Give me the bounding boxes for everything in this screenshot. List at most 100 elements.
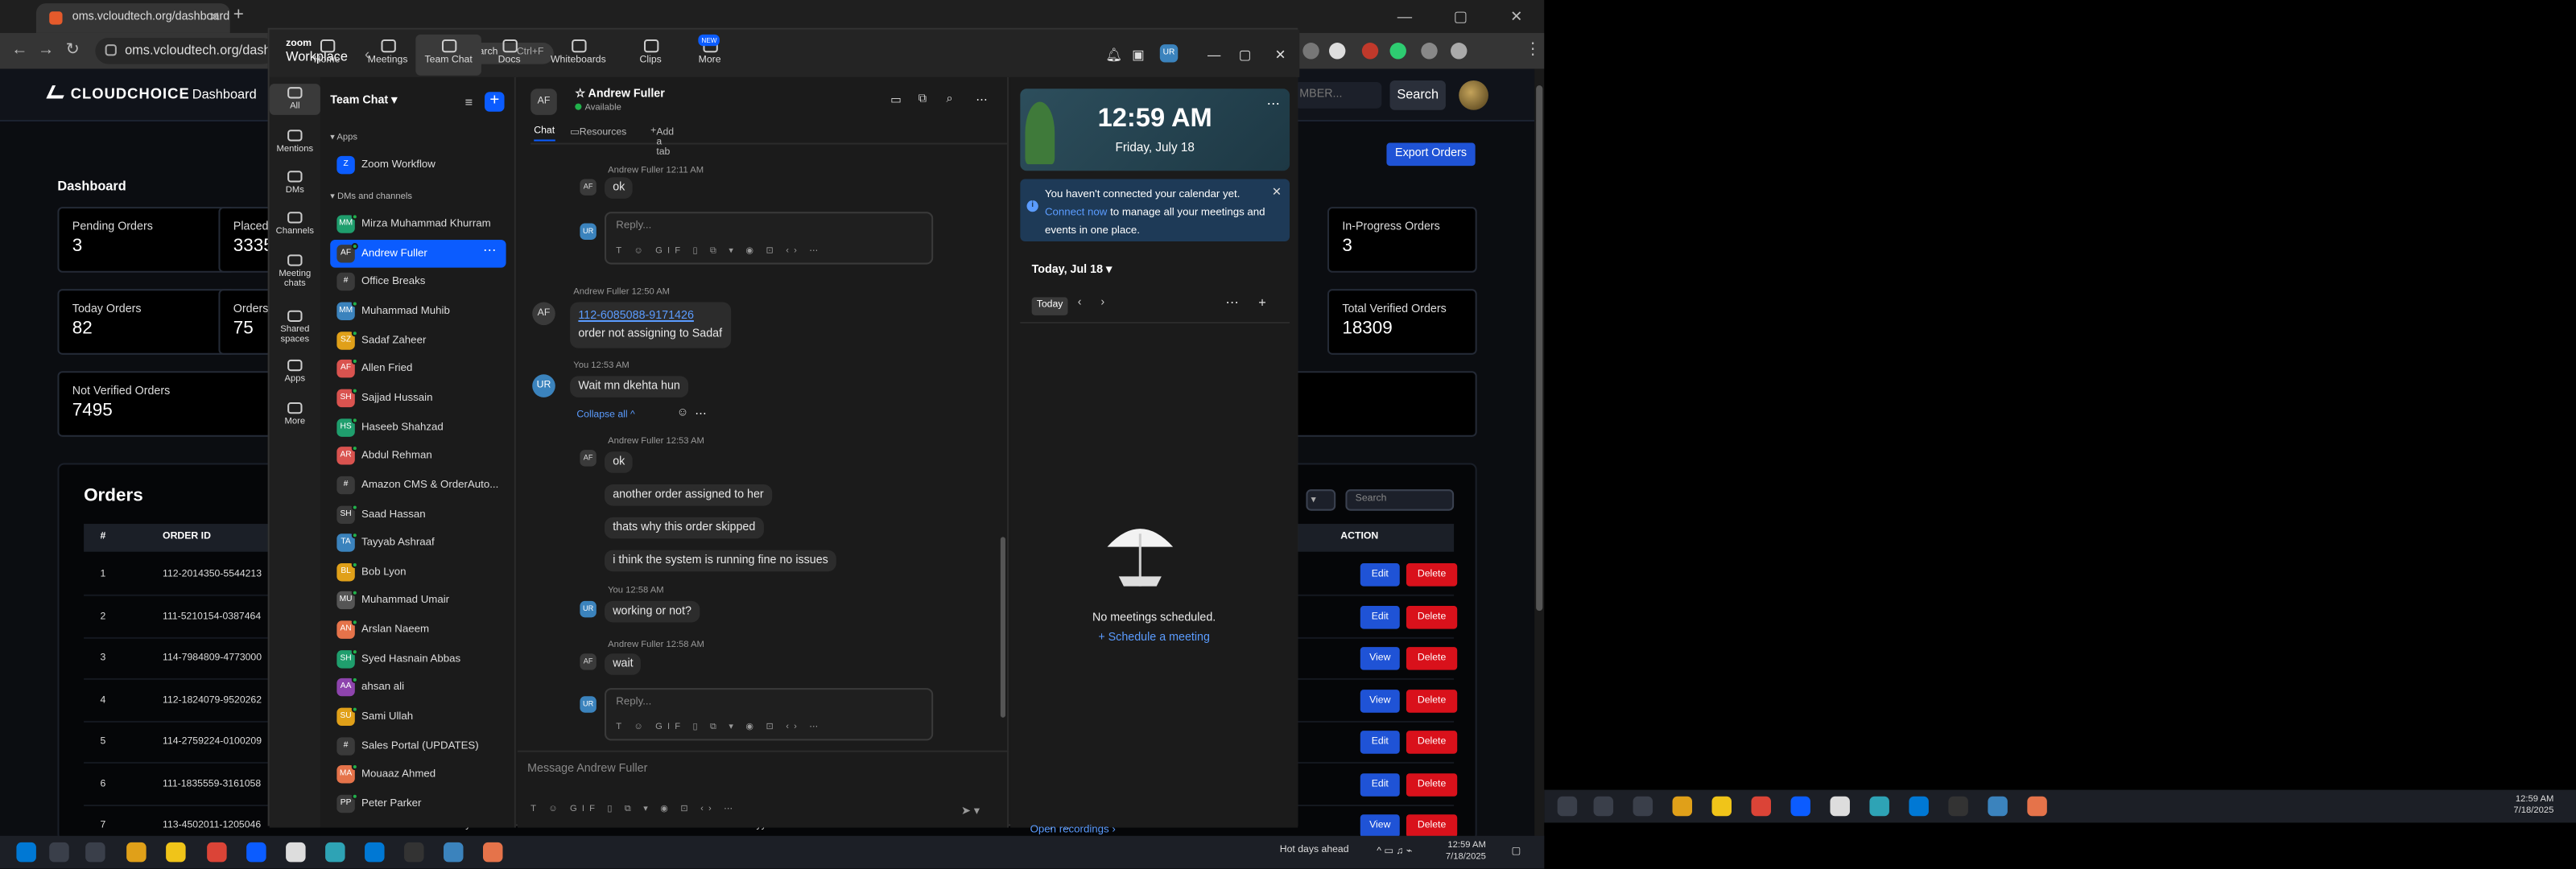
tab-add[interactable]: + Add a tab [650, 126, 674, 158]
reply-toolbar[interactable]: T ☺ GIF ▯ ⧉ ▾ ◉ ⊡ ‹› ⋯ [616, 246, 823, 257]
item-more-icon[interactable]: ⋯ [483, 242, 496, 257]
user-avatar[interactable] [1459, 80, 1488, 110]
zoom-icon[interactable] [246, 842, 266, 863]
screen-share-icon[interactable]: ⧉ [919, 93, 927, 106]
weather-widget[interactable]: Hot days ahead [1280, 846, 1349, 855]
row-action-button[interactable]: Edit [1360, 605, 1400, 628]
delete-button[interactable]: Delete [1406, 731, 1458, 754]
thread-reply-input[interactable]: Reply... T ☺ GIF ▯ ⧉ ▾ ◉ ⊡ ‹› ⋯ [605, 212, 934, 265]
section-apps[interactable]: ▾ Apps [330, 133, 357, 142]
notifications-bell-icon[interactable]: 🔔︎ [1105, 47, 1122, 62]
message-input[interactable]: Message Andrew Fuller [527, 764, 999, 787]
site-search-button[interactable]: Search [1389, 80, 1446, 110]
search-icon[interactable] [49, 842, 69, 863]
site-search-input[interactable]: MBER... [1294, 82, 1382, 109]
task-view-icon[interactable] [1633, 796, 1653, 817]
tab-team-chat[interactable]: Team Chat [415, 34, 481, 76]
message-bubble[interactable]: wait [605, 653, 642, 675]
conversation-item[interactable]: MM Muhammad Muhib [330, 297, 506, 325]
terminal-icon[interactable] [1948, 796, 1968, 817]
file-explorer-icon[interactable] [1672, 796, 1693, 817]
contact-avatar[interactable]: AF [530, 89, 557, 115]
my-avatar[interactable]: UR [580, 600, 597, 618]
conversation-item[interactable]: MA Mouaaz Ahmed [330, 761, 506, 789]
conversation-item[interactable]: AN Arslan Naeem [330, 616, 506, 644]
minimize-icon[interactable]: — [1377, 0, 1432, 33]
reply-toolbar[interactable]: T ☺ GIF ▯ ⧉ ▾ ◉ ⊡ ‹› ⋯ [616, 723, 823, 734]
rail-dms[interactable]: DMs [270, 167, 320, 199]
extension-icon[interactable] [1302, 43, 1319, 60]
conversation-item[interactable]: TA Tayyab Ashraaf [330, 529, 506, 557]
contact-name[interactable]: ☆ Andrew Fuller [575, 87, 665, 100]
message-bubble[interactable]: another order assigned to her [605, 484, 772, 506]
message-bubble[interactable]: Wait mn dkehta hun [570, 376, 689, 397]
conversation-item[interactable]: AR Abdul Rehman [330, 442, 506, 470]
collapse-all-link[interactable]: Collapse all ^ [576, 410, 634, 420]
thread-reply-input[interactable]: Reply... T ☺ GIF ▯ ⧉ ▾ ◉ ⊡ ‹› ⋯ [605, 688, 934, 741]
conversation-item[interactable]: AF Andrew Fuller ⋯ [330, 239, 506, 267]
chrome-icon[interactable] [207, 842, 227, 863]
conversation-item[interactable]: MM Mirza Muhammad Khurram [330, 210, 506, 238]
app-icon[interactable] [325, 842, 345, 863]
tab-close-icon[interactable]: ✕ [209, 10, 221, 24]
store-icon[interactable] [1711, 796, 1732, 817]
section-dms-channels[interactable]: ▾ DMs and channels [330, 192, 412, 202]
close-icon[interactable]: ✕ [1488, 0, 1544, 33]
vscode-icon[interactable] [365, 842, 385, 863]
orders-search-input[interactable]: Search [1345, 489, 1455, 511]
start-icon[interactable] [16, 842, 36, 863]
app-icon[interactable] [1830, 796, 1850, 817]
extension-icon[interactable] [1389, 43, 1406, 60]
terminal-icon[interactable] [404, 842, 424, 863]
search-icon[interactable] [1593, 796, 1614, 817]
minimize-icon[interactable]: — [1208, 47, 1220, 62]
conversation-item[interactable]: SH Saad Hassan [330, 500, 506, 528]
delete-button[interactable]: Delete [1406, 605, 1458, 628]
filter-icon[interactable]: ≡ [465, 95, 473, 109]
nav-dashboard-link[interactable]: Dashboard [192, 87, 257, 101]
rail-meeting-chats[interactable]: Meeting chats [270, 251, 320, 292]
conversation-item[interactable]: SU Sami Ullah [330, 703, 506, 731]
vscode-icon[interactable] [1909, 796, 1929, 817]
conversation-item[interactable]: # Amazon CMS & OrderAuto... [330, 471, 506, 499]
delete-button[interactable]: Delete [1406, 562, 1458, 587]
message-bubble[interactable]: 112-6085088-9171426 order not assigning … [570, 302, 731, 348]
add-event-icon[interactable]: + [1258, 295, 1266, 310]
delete-button[interactable]: Delete [1406, 647, 1458, 670]
today-button[interactable]: Today [1031, 297, 1068, 315]
tab-meetings[interactable]: Meetings [355, 35, 421, 76]
conversation-item[interactable]: MU Muhammad Umair [330, 587, 506, 615]
new-chat-button[interactable]: + [485, 92, 505, 112]
forward-icon[interactable]: → [38, 41, 54, 59]
sender-avatar[interactable]: AF [580, 179, 597, 196]
tab-whiteboards[interactable]: Whiteboards [546, 35, 612, 76]
chat-more-icon[interactable]: ⋯ [976, 93, 987, 106]
row-action-button[interactable]: Edit [1360, 562, 1400, 587]
conversation-item[interactable]: BL Bob Lyon [330, 558, 506, 586]
video-call-icon[interactable]: ▭ [890, 93, 902, 106]
close-icon[interactable]: ✕ [1275, 47, 1286, 62]
row-action-button[interactable]: Edit [1360, 772, 1400, 796]
conversation-item[interactable]: SH Sajjad Hussain [330, 384, 506, 412]
status-filter-select[interactable]: ▾ [1306, 489, 1336, 511]
message-bubble[interactable]: ok [605, 177, 634, 199]
order-link[interactable]: 112-6085088 [578, 311, 645, 322]
my-avatar[interactable]: UR [580, 696, 597, 713]
conversation-item[interactable]: Z Zoom Workflow [330, 151, 506, 179]
banner-more-icon[interactable]: ⋯ [1266, 97, 1279, 111]
app-icon[interactable] [1988, 796, 2008, 817]
row-action-button[interactable]: View [1360, 689, 1400, 712]
sender-avatar[interactable]: AF [580, 653, 597, 670]
conversation-item[interactable]: SH Syed Hasnain Abbas [330, 645, 506, 673]
page-scrollbar[interactable] [1534, 68, 1545, 839]
rail-channels[interactable]: Channels [270, 208, 320, 240]
message-bubble[interactable]: thats why this order skipped [605, 517, 764, 539]
conversation-item[interactable]: # Office Breaks [330, 268, 506, 296]
notifications-icon[interactable]: ▢ [1512, 846, 1521, 857]
team-chat-title[interactable]: Team Chat ▾ [330, 93, 397, 106]
extension-icon[interactable] [1421, 43, 1438, 60]
conversation-item[interactable]: SZ Sadaf Zaheer [330, 326, 506, 354]
export-orders-button[interactable]: Export Orders [1386, 142, 1476, 167]
app-icon[interactable] [1869, 796, 1889, 817]
conversation-item[interactable]: PP Peter Parker [330, 790, 506, 818]
